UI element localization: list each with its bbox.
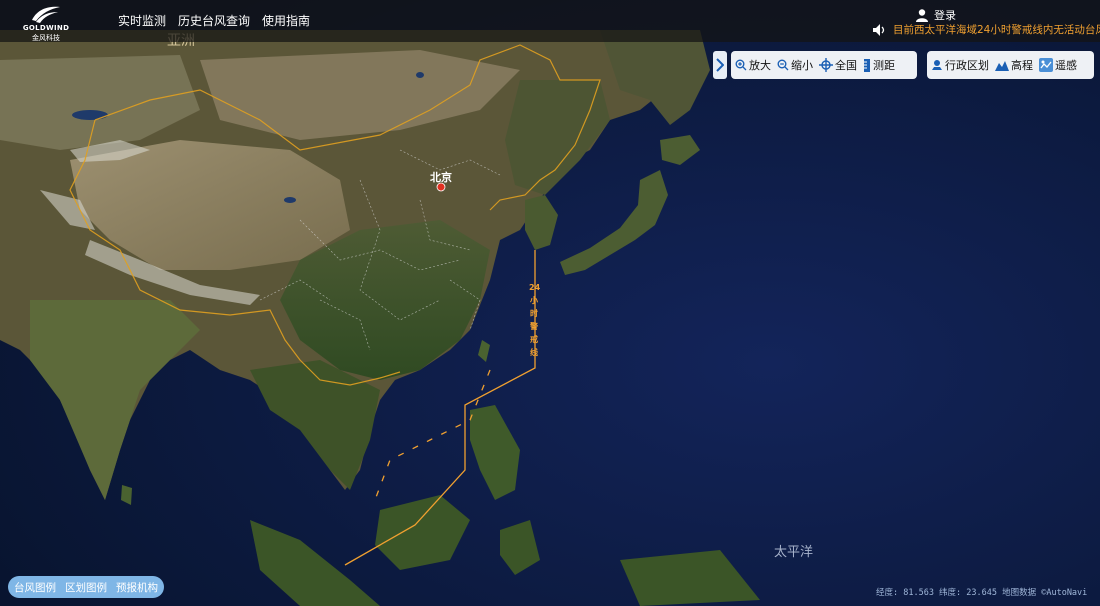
- warning-line-char: 24: [529, 283, 541, 292]
- elevation-label: 高程: [1011, 59, 1033, 72]
- warning-line-char: 戒: [530, 334, 538, 344]
- pin-icon: [932, 60, 942, 70]
- label-beijing: 北京: [430, 170, 452, 184]
- warning-line-char: 线: [530, 347, 538, 357]
- coordinate-readout: 经度: 81.563 纬度: 23.645 地图数据 ©AutoNavi: [876, 588, 1088, 598]
- typhoon-legend-button[interactable]: 台风图例: [14, 580, 56, 595]
- nav-history-typhoon[interactable]: 历史台风查询: [178, 12, 250, 29]
- logo-text-en: GOLDWIND: [22, 24, 70, 32]
- measure-label: 测距: [873, 59, 895, 72]
- mountain-icon: [995, 60, 1009, 71]
- elevation-button[interactable]: 高程: [995, 57, 1033, 73]
- satellite-image-icon: [1039, 58, 1053, 72]
- full-view-label: 全国: [835, 59, 857, 72]
- map-tools: 放大 缩小 全国 测距: [731, 51, 917, 79]
- warning-line-char: 时: [530, 308, 538, 318]
- toolbar-toggle-button[interactable]: [713, 51, 727, 79]
- legend-bar: 台风图例 区划图例 预报机构: [8, 576, 164, 598]
- warning-line-char: 警: [529, 321, 538, 331]
- goldwind-logo-icon: [32, 6, 60, 23]
- login-button[interactable]: 登录: [915, 7, 956, 23]
- main-nav: 实时监测 历史台风查询 使用指南: [118, 12, 310, 29]
- login-label: 登录: [934, 9, 956, 22]
- zoom-out-icon: [777, 59, 789, 71]
- division-legend-button[interactable]: 区划图例: [65, 580, 107, 595]
- top-bar: GOLDWIND 金风科技 实时监测 历史台风查询 使用指南 登录 目前西太平洋…: [0, 0, 1100, 42]
- zoom-out-button[interactable]: 缩小: [777, 57, 813, 73]
- zoom-in-icon: [735, 59, 747, 71]
- logo[interactable]: GOLDWIND 金风科技: [18, 4, 74, 42]
- forecast-agency-button[interactable]: 预报机构: [116, 580, 158, 595]
- chevron-right-icon: [716, 58, 724, 72]
- alert-text: 目前西太平洋海域24小时警戒线内无活动台风: [893, 24, 1100, 36]
- measure-button[interactable]: 测距: [863, 57, 895, 73]
- logo-text-cn: 金风科技: [32, 34, 60, 42]
- admin-division-button[interactable]: 行政区划: [931, 57, 989, 73]
- remote-sensing-button[interactable]: 遥感: [1039, 57, 1077, 73]
- remote-sensing-label: 遥感: [1055, 59, 1077, 72]
- ruler-icon: [864, 58, 870, 72]
- full-view-button[interactable]: 全国: [819, 57, 857, 73]
- zoom-in-button[interactable]: 放大: [735, 57, 771, 73]
- label-pacific: 太平洋: [774, 545, 813, 560]
- zoom-in-label: 放大: [749, 59, 771, 72]
- satellite-map[interactable]: 亚洲 北京 太平洋 24 小 时 警 戒 线: [0, 0, 1100, 606]
- warning-line-char: 小: [529, 295, 538, 305]
- layer-tools: 行政区划 高程 遥感: [927, 51, 1094, 79]
- speaker-icon[interactable]: [872, 23, 888, 37]
- typhoon-alert: 目前西太平洋海域24小时警戒线内无活动台风: [872, 22, 1100, 37]
- nav-user-guide[interactable]: 使用指南: [262, 12, 310, 29]
- nav-realtime-monitor[interactable]: 实时监测: [118, 12, 166, 29]
- beijing-marker[interactable]: [436, 182, 446, 192]
- crosshair-icon: [819, 58, 833, 72]
- user-icon: [916, 9, 928, 22]
- zoom-out-label: 缩小: [791, 59, 813, 72]
- admin-division-label: 行政区划: [945, 59, 989, 72]
